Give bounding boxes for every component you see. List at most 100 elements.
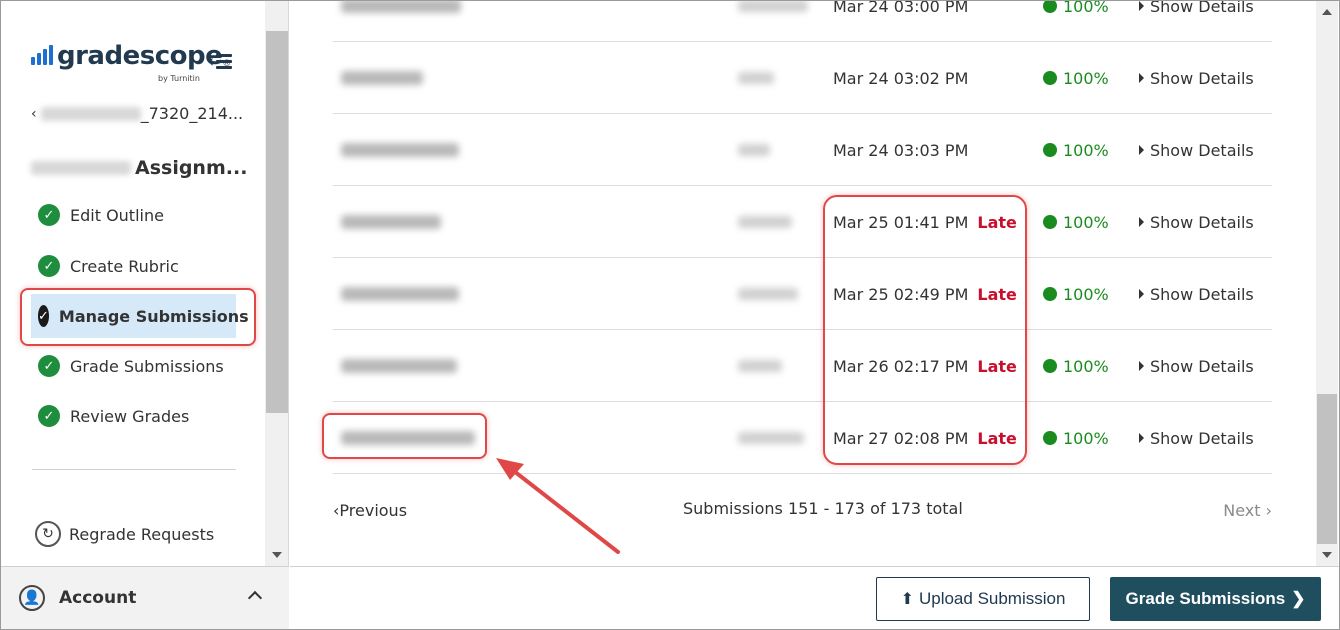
- show-details-link[interactable]: Show Details: [1139, 1, 1254, 42]
- course-name-suffix: _7320_214...: [140, 104, 244, 123]
- nav-item-regrade-requests[interactable]: ↻ Regrade Requests: [35, 521, 214, 547]
- table-row: Mar 25 02:49 PM Late 100% Show Details: [333, 258, 1272, 330]
- student-name[interactable]: [341, 186, 441, 258]
- caret-right-icon: [1139, 217, 1144, 227]
- user-icon: 👤: [19, 585, 45, 611]
- chevron-left-icon: ‹: [207, 51, 215, 72]
- nav-item-label: Grade Submissions: [70, 356, 224, 376]
- student-name[interactable]: [341, 114, 459, 186]
- nav-item-label: Create Rubric: [70, 256, 179, 276]
- assignment-title-suffix: Assignm...: [135, 157, 248, 179]
- status-dot-icon: [1043, 359, 1057, 373]
- previous-page-link[interactable]: ‹Previous: [333, 501, 407, 520]
- grade-submissions-button[interactable]: Grade Submissions ❯: [1110, 577, 1321, 621]
- next-page-link[interactable]: Next ›: [1223, 501, 1272, 520]
- status-dot-icon: [1043, 71, 1057, 85]
- student-name[interactable]: [341, 258, 459, 330]
- logo-bars-icon: [31, 45, 53, 65]
- score: 100%: [1043, 42, 1109, 114]
- submission-time: Mar 24 03:00 PM: [833, 1, 969, 16]
- course-back-link[interactable]: ‹ _7320_214...: [31, 104, 243, 123]
- logo-subtitle: by Turnitin: [158, 74, 200, 83]
- late-badge: Late: [977, 212, 1017, 232]
- score: 100%: [1043, 114, 1109, 186]
- logo-text: gradescope: [57, 41, 223, 71]
- account-menu[interactable]: 👤 Account: [1, 566, 289, 629]
- caret-right-icon: [1139, 289, 1144, 299]
- account-label: Account: [59, 588, 137, 608]
- table-row: Mar 27 02:08 PM Late 100% Show Details: [333, 402, 1272, 474]
- nav-item-label: Edit Outline: [70, 205, 164, 225]
- table-row: Mar 24 03:03 PM 100% Show Details: [333, 114, 1272, 186]
- submission-time: Mar 25 02:49 PM Late: [833, 284, 1017, 304]
- table-row: Mar 26 02:17 PM Late 100% Show Details: [333, 330, 1272, 402]
- upload-submission-button[interactable]: ⬆ Upload Submission: [876, 577, 1090, 621]
- section-name: [738, 402, 804, 474]
- status-dot-icon: [1043, 143, 1057, 157]
- checkmark-icon: ✓: [38, 405, 60, 427]
- nav-item-review-grades[interactable]: ✓ Review Grades: [31, 394, 236, 438]
- show-details-link[interactable]: Show Details: [1139, 114, 1254, 186]
- annotation-arrow: [496, 458, 620, 554]
- student-name[interactable]: [341, 1, 461, 42]
- scroll-down-arrow-icon[interactable]: [272, 552, 282, 558]
- status-dot-icon: [1043, 287, 1057, 301]
- score: 100%: [1043, 330, 1109, 402]
- section-name: [738, 186, 792, 258]
- checkmark-icon: ✓: [38, 305, 49, 327]
- student-name[interactable]: [341, 402, 475, 474]
- submissions-table: Mar 24 03:00 PM 100% Show Details Mar 24…: [290, 1, 1316, 566]
- status-dot-icon: [1043, 215, 1057, 229]
- section-name: [738, 258, 798, 330]
- main-scrollbar[interactable]: [1316, 1, 1338, 566]
- section-name: [738, 114, 770, 186]
- nav-item-grade-submissions[interactable]: ✓ Grade Submissions: [31, 344, 236, 388]
- score: 100%: [1043, 258, 1109, 330]
- caret-right-icon: [1139, 433, 1144, 443]
- sidebar-divider: [32, 469, 236, 470]
- sidebar: gradescope ® by Turnitin ‹ ‹ _7320_214...…: [1, 1, 265, 566]
- nav-item-create-rubric[interactable]: ✓ Create Rubric: [31, 244, 236, 288]
- nav-item-label: Manage Submissions: [58, 306, 249, 326]
- late-badge: Late: [977, 284, 1017, 304]
- caret-right-icon: [1139, 1, 1144, 11]
- submissions-count: Submissions 151 - 173 of 173 total: [683, 499, 963, 518]
- submission-time: Mar 26 02:17 PM Late: [833, 356, 1017, 376]
- scroll-up-arrow-icon[interactable]: [1322, 9, 1332, 15]
- chevron-up-icon: [247, 590, 263, 606]
- nav-item-edit-outline[interactable]: ✓ Edit Outline: [31, 193, 236, 237]
- show-details-link[interactable]: Show Details: [1139, 330, 1254, 402]
- scroll-down-arrow-icon[interactable]: [1322, 552, 1332, 558]
- section-name: [738, 1, 808, 42]
- assignment-title: Assignm...: [31, 157, 247, 179]
- section-name: [738, 42, 774, 114]
- sidebar-scrollbar-thumb[interactable]: [266, 31, 288, 413]
- action-bar: ⬆ Upload Submission Grade Submissions ❯: [290, 566, 1339, 629]
- score: 100%: [1043, 186, 1109, 258]
- collapse-sidebar-button[interactable]: ‹: [207, 51, 233, 72]
- late-badge: Late: [977, 428, 1017, 448]
- table-row: Mar 25 01:41 PM Late 100% Show Details: [333, 186, 1272, 258]
- table-row: Mar 24 03:02 PM 100% Show Details: [333, 42, 1272, 114]
- nav-item-manage-submissions[interactable]: ✓ Manage Submissions: [31, 294, 249, 338]
- submission-time: Mar 24 03:02 PM: [833, 68, 969, 88]
- redacted-course-name: [40, 106, 141, 121]
- show-details-link[interactable]: Show Details: [1139, 258, 1254, 330]
- caret-right-icon: [1139, 145, 1144, 155]
- submission-time: Mar 27 02:08 PM Late: [833, 428, 1017, 448]
- chevron-right-icon: ›: [1260, 501, 1272, 520]
- student-name[interactable]: [341, 330, 457, 402]
- gradescope-logo[interactable]: gradescope ®: [31, 43, 231, 69]
- main-scrollbar-thumb[interactable]: [1317, 394, 1337, 544]
- show-details-link[interactable]: Show Details: [1139, 402, 1254, 474]
- hamburger-icon: [216, 54, 233, 69]
- show-details-link[interactable]: Show Details: [1139, 186, 1254, 258]
- sidebar-scrollbar[interactable]: [265, 1, 289, 566]
- submission-time: Mar 25 01:41 PM Late: [833, 212, 1017, 232]
- caret-right-icon: [1139, 361, 1144, 371]
- upload-icon: ⬆: [900, 591, 914, 608]
- show-details-link[interactable]: Show Details: [1139, 42, 1254, 114]
- nav-item-label: Regrade Requests: [69, 524, 215, 544]
- redacted-assignment-prefix: [31, 161, 131, 175]
- student-name[interactable]: [341, 42, 423, 114]
